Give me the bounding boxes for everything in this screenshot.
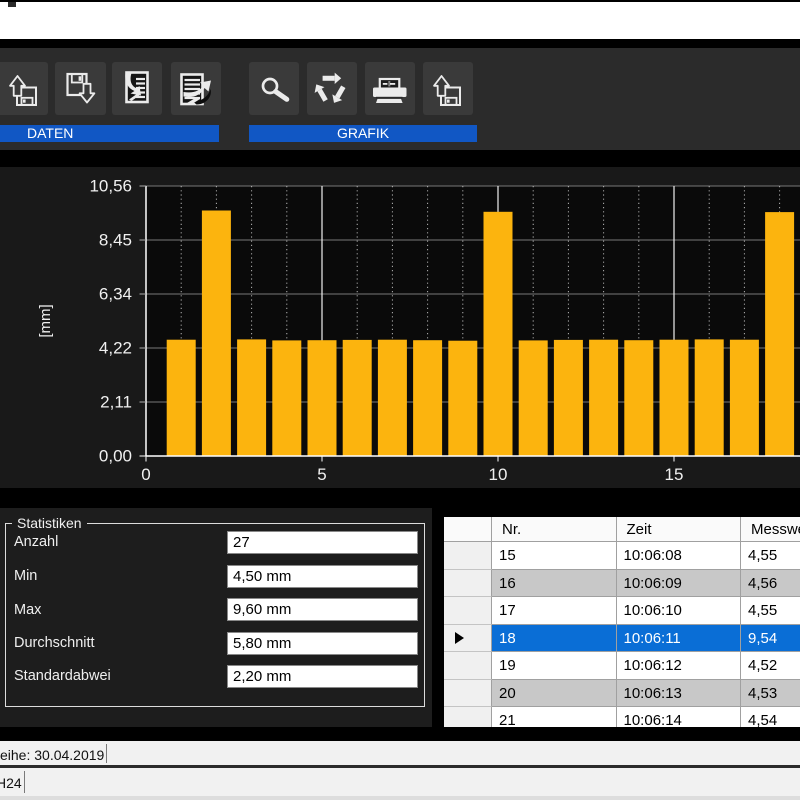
svg-text:8,45: 8,45 [99,231,132,250]
svg-text:10,56: 10,56 [89,177,132,196]
svg-text:10: 10 [489,465,508,484]
svg-text:4,22: 4,22 [99,339,132,358]
svg-text:15: 15 [665,465,684,484]
svg-text:6,34: 6,34 [99,285,132,304]
svg-text:[mm]: [mm] [37,304,54,337]
svg-text:2,11: 2,11 [100,393,132,412]
svg-text:0: 0 [141,465,150,484]
svg-text:5: 5 [317,465,326,484]
svg-text:0,00: 0,00 [99,447,132,466]
